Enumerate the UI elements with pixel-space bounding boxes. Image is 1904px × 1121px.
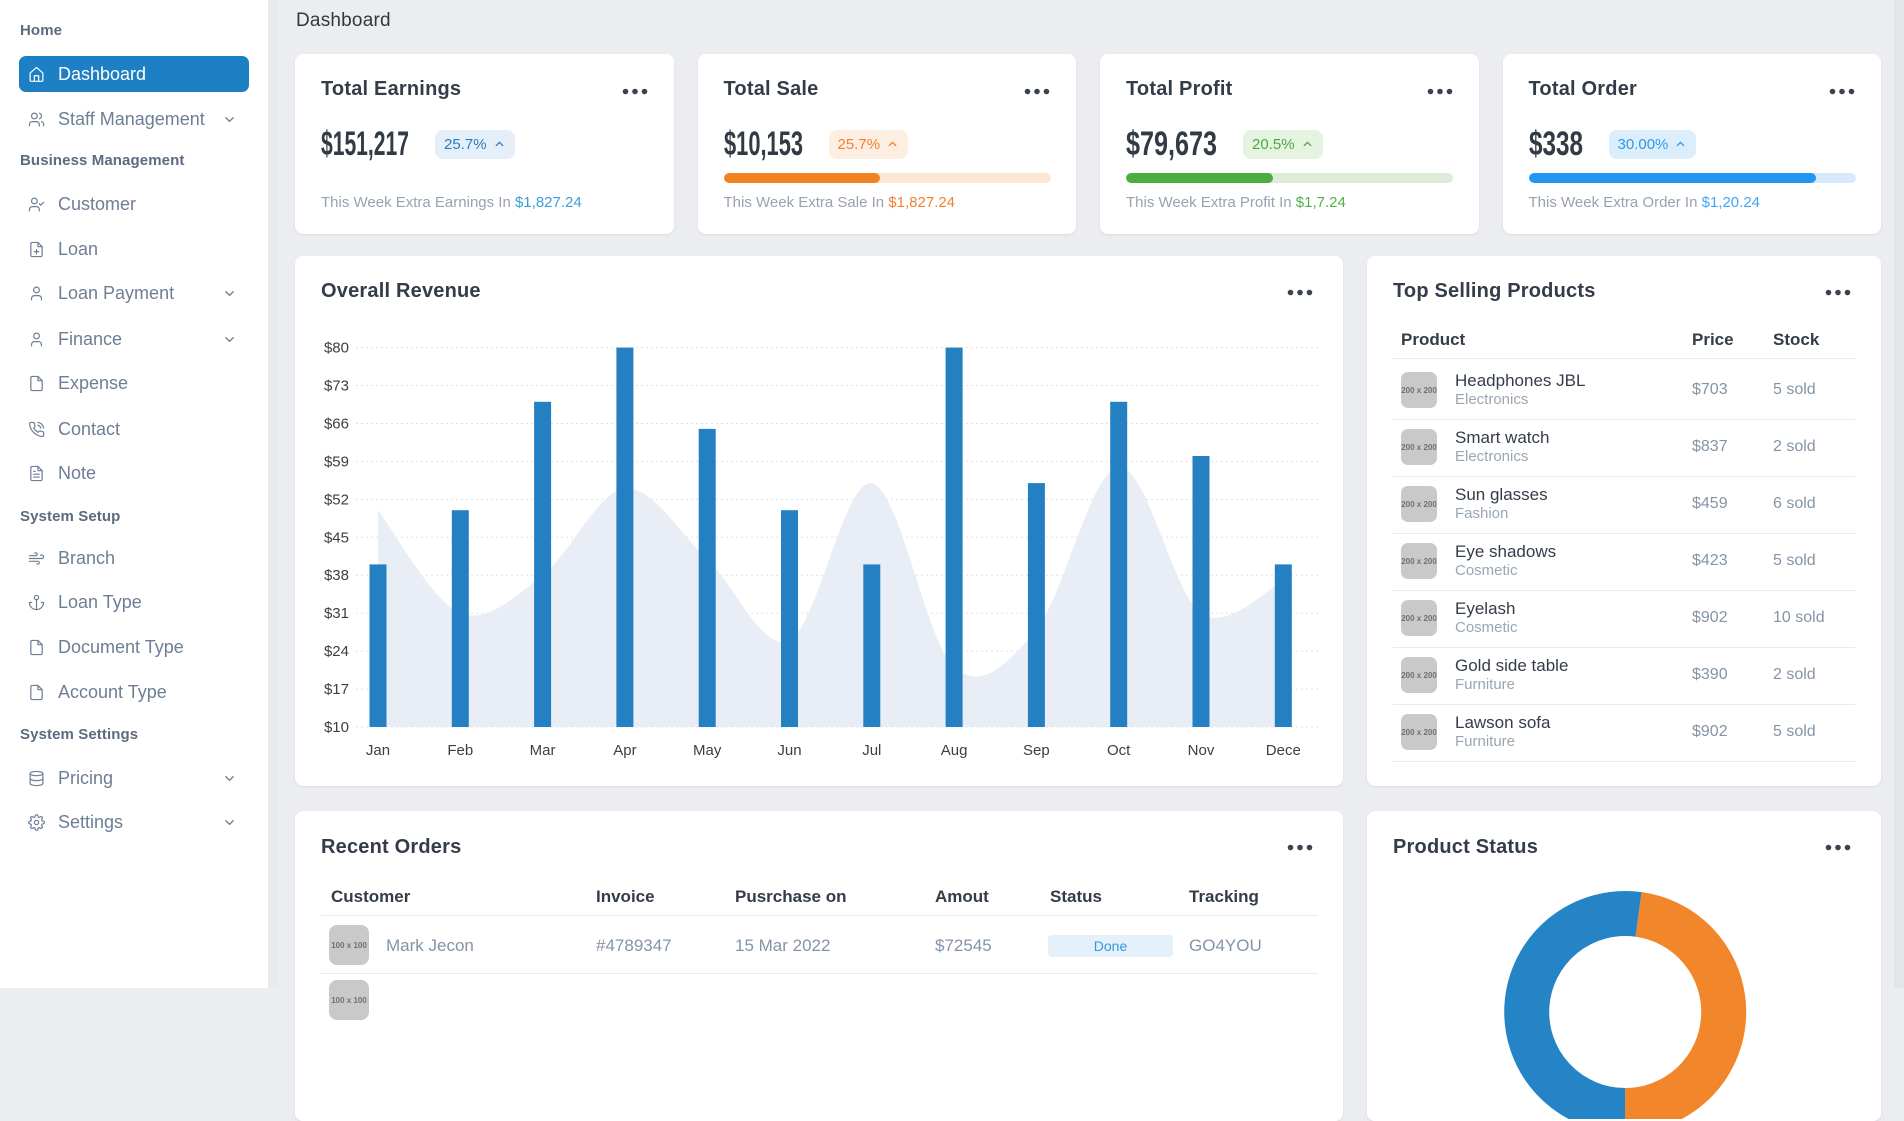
svg-text:$45: $45: [324, 529, 349, 546]
svg-text:$66: $66: [324, 416, 349, 433]
svg-text:May: May: [693, 742, 722, 759]
svg-text:$52: $52: [324, 491, 349, 508]
svg-text:Sep: Sep: [1023, 742, 1050, 759]
svg-text:$73: $73: [324, 378, 349, 395]
svg-text:Jun: Jun: [777, 742, 801, 759]
svg-text:Oct: Oct: [1107, 742, 1131, 759]
svg-text:$17: $17: [324, 681, 349, 698]
svg-text:$59: $59: [324, 453, 349, 470]
svg-text:Feb: Feb: [447, 742, 473, 759]
svg-text:$38: $38: [324, 567, 349, 584]
svg-text:Jul: Jul: [862, 742, 881, 759]
svg-text:Dece: Dece: [1266, 742, 1301, 759]
svg-text:$24: $24: [324, 643, 349, 660]
svg-text:Apr: Apr: [613, 742, 636, 759]
svg-text:Aug: Aug: [941, 742, 968, 759]
svg-text:$31: $31: [324, 605, 349, 622]
svg-text:Mar: Mar: [530, 742, 556, 759]
svg-text:$80: $80: [324, 340, 349, 357]
svg-text:Nov: Nov: [1188, 742, 1215, 759]
svg-text:Jan: Jan: [366, 742, 390, 759]
svg-text:$10: $10: [324, 719, 349, 736]
